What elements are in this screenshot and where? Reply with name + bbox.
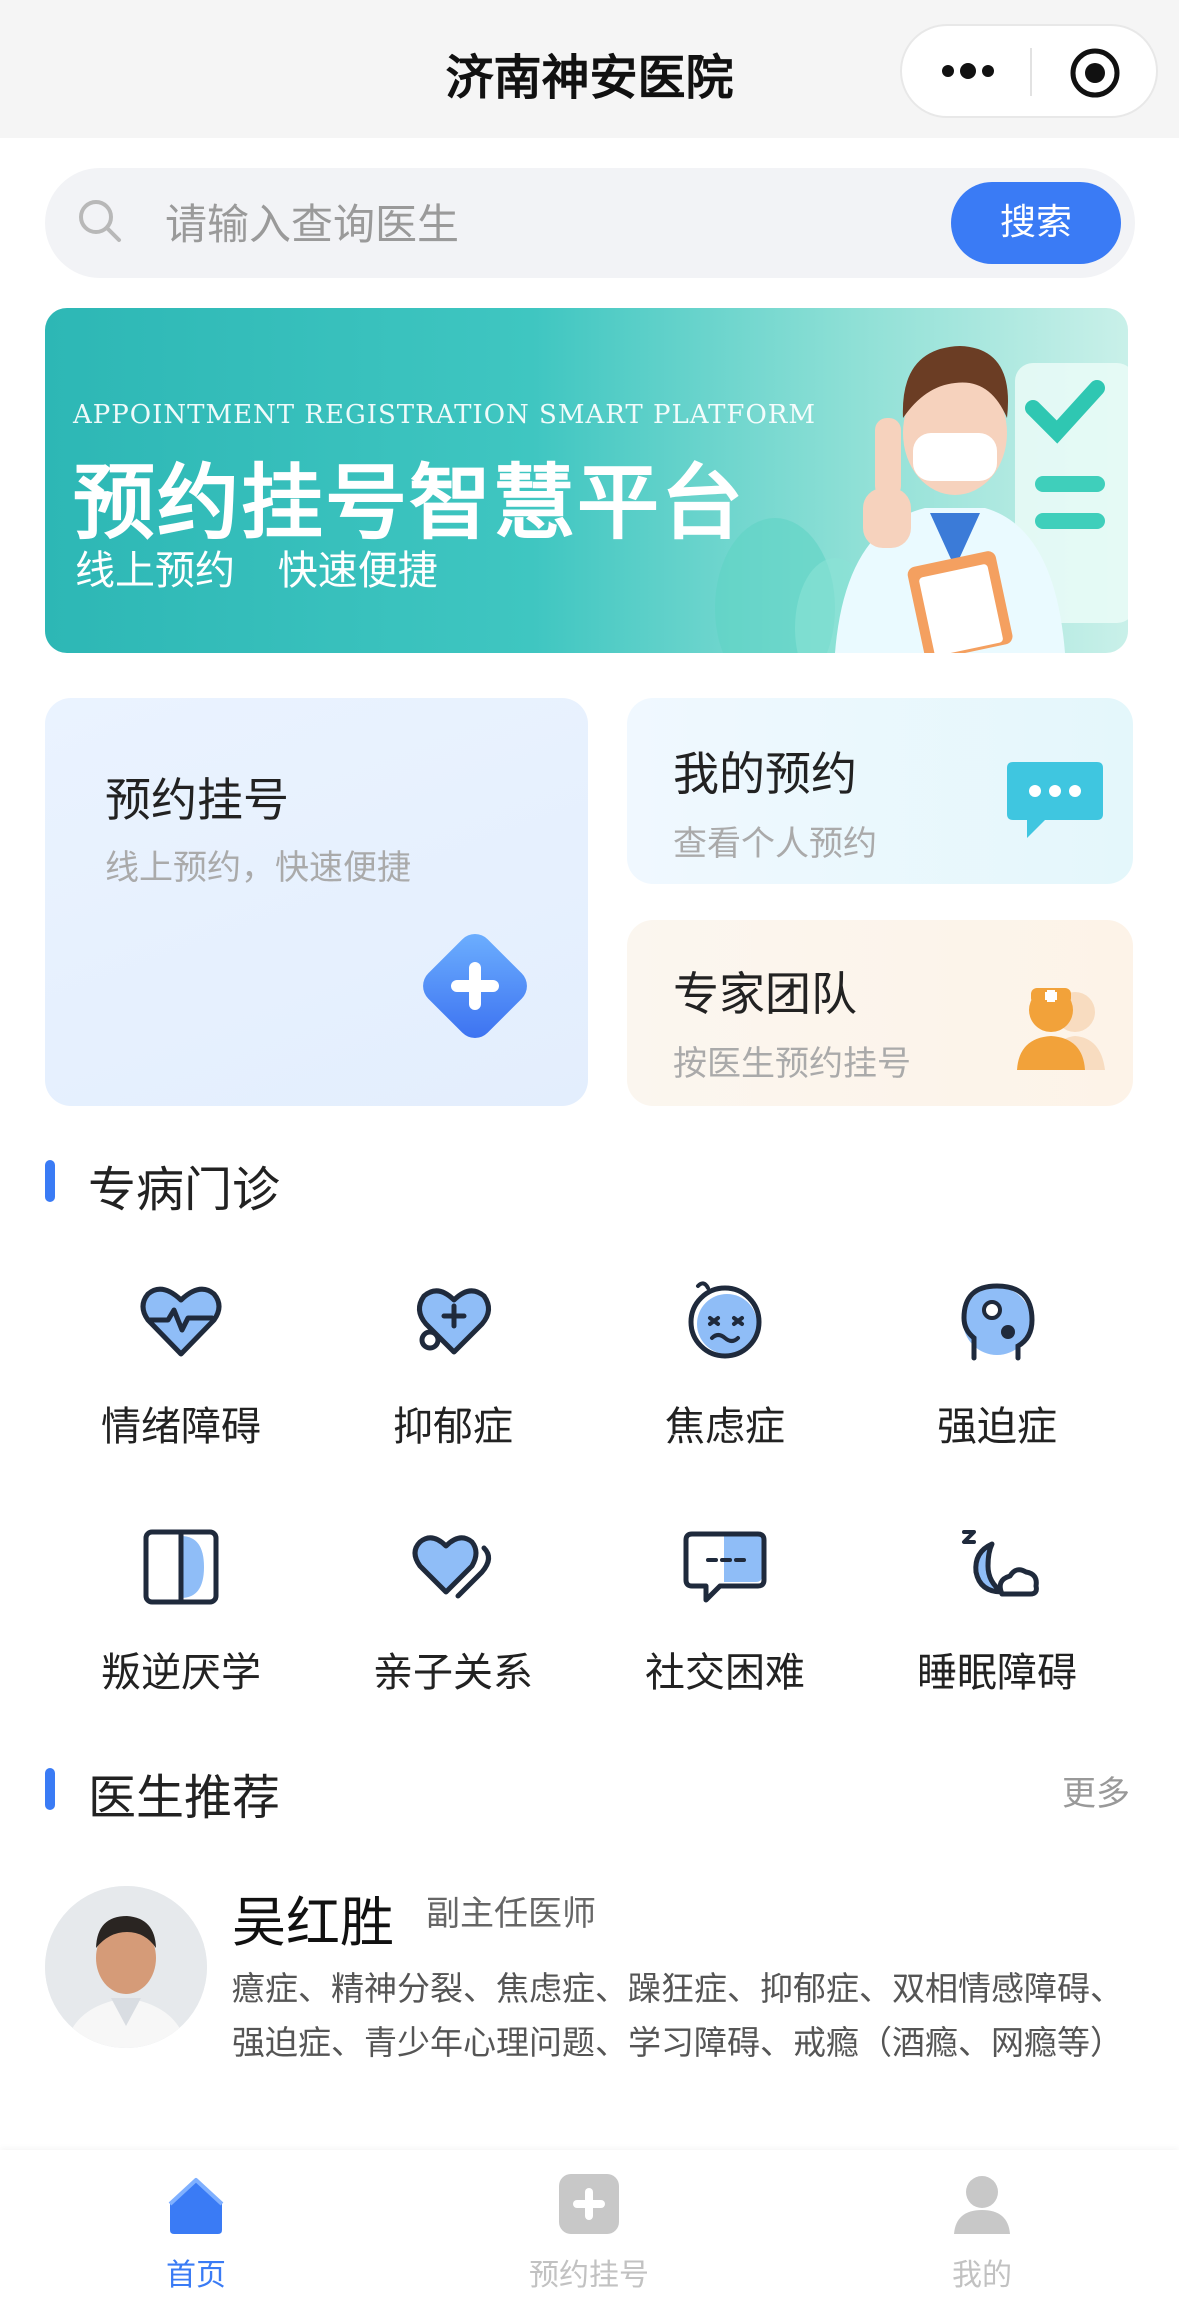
doctors-section-title: 医生推荐 <box>88 1770 281 1826</box>
clinic-label: 抑郁症 <box>393 1404 513 1450</box>
clinic-parent-child-relationship[interactable]: 亲子关系 <box>317 1522 589 1722</box>
search-button[interactable]: 搜索 <box>951 182 1121 264</box>
clinic-label: 焦虑症 <box>665 1404 785 1450</box>
doctor-photo <box>45 1886 207 2048</box>
doctor-avatar[interactable] <box>45 1886 207 2048</box>
close-mini-program-icon[interactable] <box>1068 46 1122 100</box>
user-icon <box>954 2176 1010 2234</box>
expert-team-title: 专家团队 <box>673 967 857 1021</box>
banner-subtitle: 线上预约 快速便捷 <box>75 548 438 594</box>
plus-square-icon <box>559 2174 619 2234</box>
clinic-label: 睡眠障碍 <box>917 1650 1077 1696</box>
bottom-tab-bar: 首页 预约挂号 我的 <box>0 2150 1179 2300</box>
clinic-anxiety[interactable]: 焦虑症 <box>589 1276 861 1476</box>
tab-label: 预约挂号 <box>529 2258 649 2293</box>
tab-mine[interactable]: 我的 <box>852 2150 1112 2300</box>
message-box-icon <box>683 1531 767 1603</box>
two-hearts-icon <box>412 1535 491 1599</box>
tab-home[interactable]: 首页 <box>66 2150 326 2300</box>
tab-label: 我的 <box>952 2258 1012 2293</box>
clinic-sleep-disorder[interactable]: 睡眠障碍 <box>861 1522 1133 1722</box>
clinic-label: 情绪障碍 <box>101 1404 261 1450</box>
doctors-section-marker <box>45 1768 55 1810</box>
search-bar: 搜索 <box>45 168 1135 278</box>
anxious-face-icon <box>688 1281 762 1359</box>
clinic-label: 社交困难 <box>645 1650 805 1696</box>
clinic-label: 叛逆厌学 <box>101 1650 261 1696</box>
search-icon <box>79 200 121 242</box>
mini-program-capsule <box>900 24 1158 118</box>
clinic-rebellion-school-aversion[interactable]: 叛逆厌学 <box>45 1522 317 1722</box>
clinic-label: 强迫症 <box>937 1404 1057 1450</box>
moon-sleep-icon <box>962 1530 1039 1597</box>
home-icon <box>168 2178 224 2234</box>
clinic-label: 亲子关系 <box>373 1650 533 1696</box>
chat-bubble-icon <box>1007 762 1103 838</box>
navigation-bar: 济南神安医院 <box>0 0 1179 138</box>
clinics-section-marker <box>45 1160 55 1202</box>
clinics-section-title: 专病门诊 <box>88 1162 281 1218</box>
doctor-search-input[interactable] <box>163 188 967 260</box>
clinic-emotional-disorder[interactable]: 情绪障碍 <box>45 1276 317 1476</box>
capsule-divider <box>1030 48 1032 96</box>
booking-card-subtitle: 线上预约，快速便捷 <box>105 848 411 888</box>
clinic-ocd[interactable]: 强迫症 <box>861 1276 1133 1476</box>
doctors-more-link[interactable]: 更多 <box>1062 1766 1130 1815</box>
doctor-illustration <box>715 346 1128 653</box>
my-appointments-subtitle: 查看个人预约 <box>673 824 877 864</box>
heart-stethoscope-icon <box>417 1288 491 1355</box>
tab-appointment[interactable]: 预约挂号 <box>459 2150 719 2300</box>
doctor-name[interactable]: 吴红胜 <box>232 1878 394 1957</box>
doctor-title: 副主任医师 <box>426 1894 596 1934</box>
tab-label: 首页 <box>166 2258 226 2293</box>
plus-diamond-icon <box>423 934 527 1038</box>
my-appointments-card[interactable]: 我的预约 查看个人预约 <box>627 698 1133 884</box>
doctor-team-icon <box>1017 988 1105 1070</box>
doctor-specialties: 癔症、精神分裂、焦虑症、躁狂症、抑郁症、双相情感障碍、强迫症、青少年心理问题、学… <box>232 1969 1123 2062</box>
promo-banner[interactable]: APPOINTMENT REGISTRATION SMART PLATFORM … <box>45 308 1128 653</box>
expert-team-subtitle: 按医生预约挂号 <box>673 1044 911 1084</box>
my-appointments-title: 我的预约 <box>673 747 857 801</box>
booking-card[interactable]: 预约挂号 线上预约，快速便捷 <box>45 698 588 1106</box>
booking-card-title: 预约挂号 <box>105 773 289 827</box>
heart-pulse-icon <box>140 1286 222 1357</box>
more-options-icon[interactable] <box>938 46 998 96</box>
head-brain-icon <box>961 1283 1035 1361</box>
clinic-depression[interactable]: 抑郁症 <box>317 1276 589 1476</box>
clinic-social-difficulty[interactable]: 社交困难 <box>589 1522 861 1722</box>
book-icon <box>143 1529 219 1605</box>
expert-team-card[interactable]: 专家团队 按医生预约挂号 <box>627 920 1133 1106</box>
